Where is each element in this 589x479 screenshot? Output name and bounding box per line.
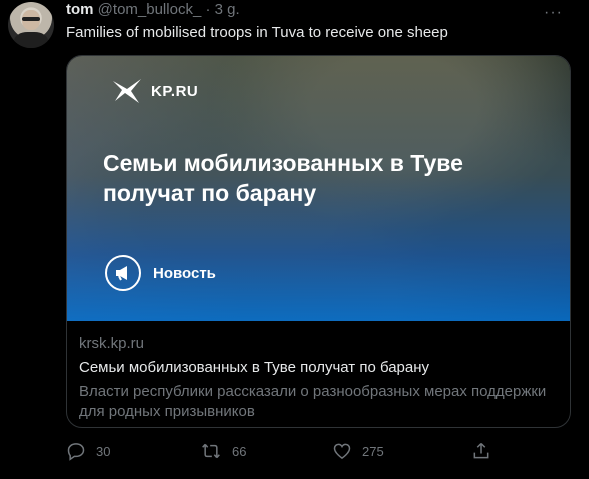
logo-text: KP.RU <box>151 82 199 100</box>
share-icon <box>473 442 489 459</box>
reply-button[interactable]: 30 <box>66 441 110 461</box>
card-domain: krsk.kp.ru <box>79 335 145 352</box>
link-card[interactable]: KP.RU Семьи мобилизованных в Туве получа… <box>66 55 571 428</box>
tweet-header: tom @tom_bullock_ · 3 g. <box>66 1 240 18</box>
card-title: Семьи мобилизованных в Туве получат по б… <box>79 359 430 376</box>
like-button[interactable]: 275 <box>332 441 384 461</box>
reply-count: 30 <box>96 443 111 459</box>
more-icon[interactable]: ··· <box>544 4 563 22</box>
retweet-icon <box>202 443 220 459</box>
separator-dot: · <box>205 1 211 18</box>
megaphone-icon <box>105 255 141 291</box>
tweet-text: Families of mobilised troops in Tuva to … <box>66 24 448 41</box>
badge-text: Новость <box>153 264 216 282</box>
like-icon <box>333 443 351 459</box>
news-badge: Новость <box>105 255 216 291</box>
card-headline: Семьи мобилизованных в Туве получат по б… <box>103 150 463 206</box>
card-meta[interactable]: krsk.kp.ru Семьи мобилизованных в Туве п… <box>79 334 559 422</box>
tweet-time[interactable]: 3 g. <box>215 1 240 18</box>
avatar-glasses <box>22 17 40 21</box>
user-handle[interactable]: @tom_bullock_ <box>98 1 202 18</box>
kp-logo-icon <box>113 79 141 103</box>
avatar[interactable] <box>8 2 54 48</box>
retweet-count: 66 <box>232 443 247 459</box>
like-count: 275 <box>362 443 384 459</box>
display-name[interactable]: tom <box>66 1 94 18</box>
action-bar: 30 66 275 <box>66 441 566 463</box>
card-image[interactable]: KP.RU Семьи мобилизованных в Туве получа… <box>67 56 570 321</box>
share-button[interactable] <box>471 441 491 461</box>
card-description: Власти республики рассказали о разнообра… <box>79 383 547 420</box>
retweet-button[interactable]: 66 <box>200 441 246 461</box>
reply-icon <box>67 443 85 461</box>
kp-logo: KP.RU <box>111 75 198 107</box>
avatar-body <box>14 32 48 48</box>
